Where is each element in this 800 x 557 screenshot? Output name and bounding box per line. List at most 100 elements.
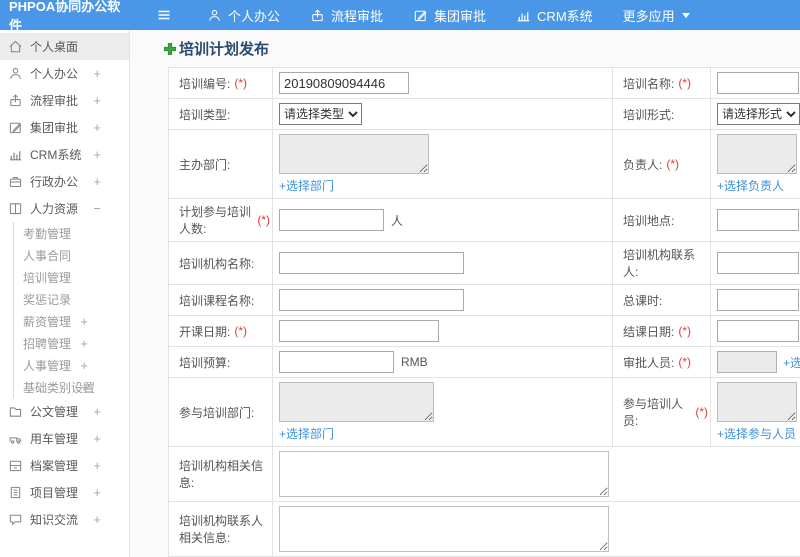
sidebar-item-archive-mgmt[interactable]: 档案管理 +: [0, 452, 129, 479]
expand-plus-icon[interactable]: +: [93, 486, 101, 499]
sidebar-item-label: 人力资源: [30, 202, 79, 216]
sidebar-item-label: 薪资管理: [23, 314, 72, 329]
edit-icon: [8, 120, 23, 135]
org-info-label: 培训机构相关信息:: [169, 447, 273, 501]
leader-textarea[interactable]: [717, 134, 797, 174]
top-bar: PHPOA协同办公软件 个人办公 流程审批 集团审批 CRM系统 更多应用: [0, 0, 800, 33]
training-form-select[interactable]: 请选择形式: [717, 103, 800, 125]
sidebar-item-personal-desktop[interactable]: 个人桌面: [0, 33, 129, 60]
sidebar-item-admin-office[interactable]: 行政办公 +: [0, 168, 129, 195]
sidebar-item-training-mgmt[interactable]: 培训管理: [13, 266, 129, 288]
training-type-label: 培训类型:: [169, 99, 273, 129]
budget-label: 培训预算:: [169, 347, 273, 377]
form-row: 培训预算: RMB 审批人员:(*) +选择审批人员: [169, 347, 800, 378]
chart-icon: [516, 8, 531, 23]
form-row: 培训机构联系人相关信息:: [169, 502, 800, 557]
expand-plus-icon[interactable]: +: [93, 175, 101, 188]
expand-plus-icon[interactable]: +: [93, 121, 101, 134]
planned-participants-label: 计划参与培训人数: (*): [169, 199, 273, 241]
end-date-input[interactable]: [717, 320, 799, 342]
sidebar-item-base-category-settings[interactable]: 基础类别设置 +: [13, 376, 129, 398]
expand-plus-icon[interactable]: +: [93, 405, 101, 418]
form-row: 培训课程名称: 总课时:: [169, 285, 800, 316]
expand-plus-icon[interactable]: +: [93, 94, 101, 107]
sidebar-item-knowledge-exchange[interactable]: 知识交流 +: [0, 506, 129, 533]
training-form: 培训编号:(*) 培训名称:(*) 培训类型: 请选择类型 培训形式: 请选择形…: [168, 67, 800, 557]
expand-plus-icon[interactable]: +: [93, 513, 101, 526]
org-contact-info-textarea[interactable]: [279, 506, 609, 552]
nav-item-personal-office[interactable]: 个人办公: [192, 0, 295, 30]
add-plus-icon: [163, 42, 177, 56]
sidebar-item-label: 人事合同: [23, 248, 72, 263]
nav-item-crm-system[interactable]: CRM系统: [501, 0, 608, 30]
sidebar-item-label: 个人桌面: [30, 40, 79, 54]
expand-plus-icon[interactable]: +: [80, 359, 88, 372]
menu-toggle-icon[interactable]: [156, 7, 172, 23]
nav-item-label: CRM系统: [537, 8, 593, 24]
sidebar-item-salary-mgmt[interactable]: 薪资管理 +: [13, 310, 129, 332]
select-approver-link[interactable]: +选择审批人员: [783, 354, 800, 371]
training-location-input[interactable]: [717, 209, 799, 231]
expand-plus-icon[interactable]: +: [93, 148, 101, 161]
total-hours-input[interactable]: [717, 289, 799, 311]
host-department-textarea[interactable]: [279, 134, 429, 174]
sidebar-item-label: 集团审批: [30, 121, 79, 135]
planned-participants-input[interactable]: [279, 209, 384, 231]
sidebar-item-personal-office[interactable]: 个人办公 +: [0, 60, 129, 87]
select-join-department-link[interactable]: +选择部门: [279, 425, 334, 442]
nav-item-group-approval[interactable]: 集团审批: [398, 0, 501, 30]
sidebar-item-group-approval[interactable]: 集团审批 +: [0, 114, 129, 141]
sidebar-item-recruitment-mgmt[interactable]: 招聘管理 +: [13, 332, 129, 354]
sidebar-item-personnel-mgmt[interactable]: 人事管理 +: [13, 354, 129, 376]
sidebar-item-label: 人事管理: [23, 358, 72, 373]
participating-departments-textarea[interactable]: [279, 382, 434, 422]
notebook-icon: [8, 485, 23, 500]
unit-suffix: 人: [391, 213, 404, 228]
sidebar-item-label: 用车管理: [30, 432, 79, 446]
select-leader-link[interactable]: +选择负责人: [717, 177, 784, 194]
expand-plus-icon[interactable]: +: [93, 432, 101, 445]
nav-item-more-apps[interactable]: 更多应用: [608, 0, 705, 30]
course-name-input[interactable]: [279, 289, 464, 311]
approver-input[interactable]: [717, 351, 777, 373]
sidebar-item-workflow-approval[interactable]: 流程审批 +: [0, 87, 129, 114]
archive-icon: [8, 458, 23, 473]
training-code-input[interactable]: [279, 72, 409, 94]
org-name-input[interactable]: [279, 252, 464, 274]
sidebar-item-project-mgmt[interactable]: 项目管理 +: [0, 479, 129, 506]
sidebar-item-reward-punishment[interactable]: 奖惩记录: [13, 288, 129, 310]
start-date-input[interactable]: [279, 320, 439, 342]
select-department-link[interactable]: +选择部门: [279, 177, 334, 194]
training-form-label: 培训形式:: [613, 99, 711, 129]
training-type-select[interactable]: 请选择类型: [279, 103, 362, 125]
training-name-input[interactable]: [717, 72, 799, 94]
select-participants-link[interactable]: +选择参与人员: [717, 425, 796, 442]
expand-plus-icon[interactable]: +: [93, 459, 101, 472]
top-navigation: 个人办公 流程审批 集团审批 CRM系统 更多应用: [192, 0, 705, 30]
participants-textarea[interactable]: [717, 382, 797, 422]
sidebar-item-document-mgmt[interactable]: 公文管理 +: [0, 398, 129, 425]
expand-plus-icon[interactable]: +: [80, 381, 88, 394]
sidebar-item-label: 行政办公: [30, 175, 79, 189]
budget-input[interactable]: [279, 351, 394, 373]
collapse-minus-icon[interactable]: −: [93, 202, 101, 215]
sidebar-item-label: 招聘管理: [23, 336, 72, 351]
car-icon: [8, 431, 23, 446]
expand-plus-icon[interactable]: +: [80, 337, 88, 350]
approver-label: 审批人员: (*): [613, 347, 711, 377]
expand-plus-icon[interactable]: +: [93, 67, 101, 80]
user-icon: [8, 66, 23, 81]
expand-plus-icon[interactable]: +: [80, 315, 88, 328]
sidebar-item-label: 培训管理: [23, 270, 72, 285]
sidebar-item-hr-contract[interactable]: 人事合同: [13, 244, 129, 266]
sidebar-item-crm-system[interactable]: CRM系统 +: [0, 141, 129, 168]
org-contact-input[interactable]: [717, 252, 799, 274]
end-date-label: 结课日期: (*): [613, 316, 711, 346]
sidebar-item-label: 档案管理: [30, 459, 79, 473]
org-info-textarea[interactable]: [279, 451, 609, 497]
sidebar-item-human-resources[interactable]: 人力资源 −: [0, 195, 129, 222]
form-row: 计划参与培训人数: (*) 人 培训地点:: [169, 199, 800, 242]
nav-item-workflow-approval[interactable]: 流程审批: [295, 0, 398, 30]
sidebar-item-vehicle-mgmt[interactable]: 用车管理 +: [0, 425, 129, 452]
sidebar-item-attendance-mgmt[interactable]: 考勤管理: [13, 222, 129, 244]
